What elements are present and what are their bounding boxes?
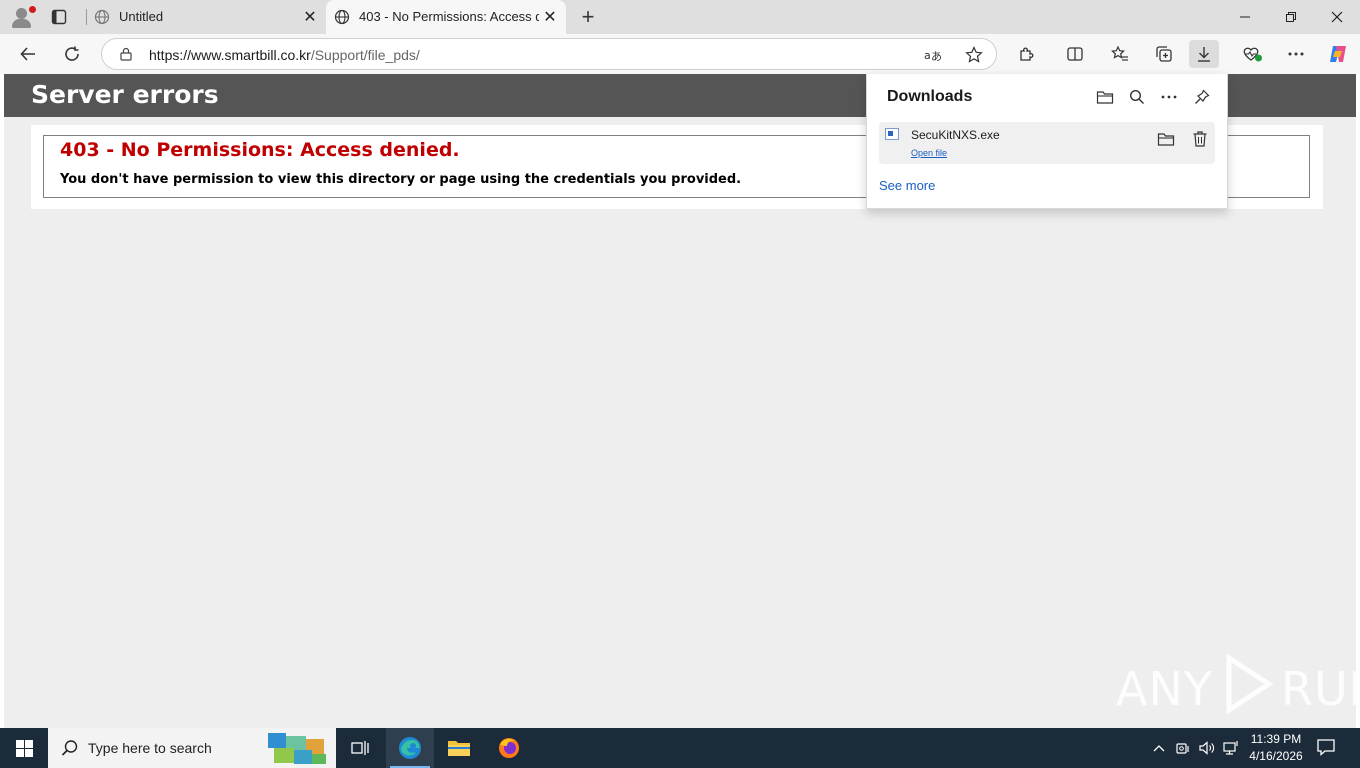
clock-time: 11:39 PM xyxy=(1250,732,1302,746)
lock-icon[interactable] xyxy=(119,47,133,61)
open-downloads-folder-icon[interactable] xyxy=(1094,86,1116,108)
favorites-icon[interactable] xyxy=(1105,40,1135,68)
search-placeholder: Type here to search xyxy=(88,740,212,756)
anyrun-watermark: ANY RUN xyxy=(1116,652,1360,720)
downloads-panel: Downloads SecuKitNXS.exe Open file See m… xyxy=(866,74,1228,209)
taskbar-search-box[interactable]: Type here to search xyxy=(48,728,336,768)
svg-text:a: a xyxy=(924,49,931,62)
play-logo-icon xyxy=(1219,652,1275,725)
minimize-button[interactable] xyxy=(1222,0,1268,34)
globe-icon xyxy=(334,9,350,25)
tab-close-icon[interactable]: ✕ xyxy=(542,9,558,26)
watermark-right: RUN xyxy=(1280,662,1360,716)
error-title: 403 - No Permissions: Access denied. xyxy=(60,139,460,161)
search-downloads-icon[interactable] xyxy=(1126,86,1148,108)
page-header-title: Server errors xyxy=(31,80,219,109)
restore-button[interactable] xyxy=(1268,0,1314,34)
split-screen-icon[interactable] xyxy=(1060,40,1090,68)
downloads-title: Downloads xyxy=(887,88,973,105)
search-highlight-puzzle-icon xyxy=(266,730,328,766)
more-menu-icon[interactable] xyxy=(1281,40,1311,68)
task-view-icon[interactable] xyxy=(336,728,384,768)
see-more-link[interactable]: See more xyxy=(879,178,935,194)
browser-essentials-icon[interactable] xyxy=(1237,40,1267,68)
downloads-icon[interactable] xyxy=(1189,40,1219,68)
exe-file-icon xyxy=(885,128,899,140)
globe-icon xyxy=(94,9,110,25)
network-device-icon[interactable] xyxy=(1173,738,1193,758)
tab-title: Untitled xyxy=(119,9,164,24)
search-icon xyxy=(61,739,79,757)
url-host: https://www.smartbill.co.kr xyxy=(149,47,311,63)
tab-403-error[interactable]: 403 - No Permissions: Access den ✕ xyxy=(326,0,566,34)
download-filename: SecuKitNXS.exe xyxy=(911,128,1000,142)
watermark-left: ANY xyxy=(1116,662,1213,716)
volume-icon[interactable] xyxy=(1197,738,1217,758)
extensions-icon[interactable] xyxy=(1012,40,1042,68)
refresh-button[interactable] xyxy=(57,40,87,68)
tab-untitled[interactable]: Untitled ✕ xyxy=(86,0,326,34)
clock-date: 4/16/2026 xyxy=(1249,749,1303,763)
address-bar[interactable]: https://www.smartbill.co.kr/Support/file… xyxy=(101,38,997,70)
collections-icon[interactable] xyxy=(1149,40,1179,68)
edge-taskbar-icon[interactable] xyxy=(386,728,434,768)
profile-avatar-icon[interactable] xyxy=(8,4,36,30)
close-window-button[interactable] xyxy=(1314,0,1360,34)
copilot-icon[interactable] xyxy=(1323,40,1353,68)
downloads-more-options-icon[interactable] xyxy=(1158,86,1180,108)
show-in-folder-icon[interactable] xyxy=(1155,128,1177,150)
url-text[interactable]: https://www.smartbill.co.kr/Support/file… xyxy=(149,47,420,63)
wired-network-icon[interactable] xyxy=(1221,738,1241,758)
delete-trash-icon[interactable] xyxy=(1189,128,1211,150)
start-button[interactable] xyxy=(0,728,48,768)
error-message: You don't have permission to view this d… xyxy=(60,172,742,187)
download-item[interactable]: SecuKitNXS.exe Open file xyxy=(879,122,1215,164)
translate-icon[interactable]: aあ xyxy=(922,45,944,65)
tab-close-icon[interactable]: ✕ xyxy=(302,9,318,26)
firefox-icon[interactable] xyxy=(485,728,533,768)
back-button[interactable] xyxy=(13,40,43,68)
browser-toolbar: https://www.smartbill.co.kr/Support/file… xyxy=(0,34,1360,74)
file-explorer-icon[interactable] xyxy=(435,728,483,768)
pin-icon[interactable] xyxy=(1191,86,1213,108)
svg-text:あ: あ xyxy=(931,50,942,63)
url-path: /Support/file_pds/ xyxy=(310,47,420,63)
tab-title: 403 - No Permissions: Access den xyxy=(359,9,539,24)
show-hidden-icons-chevron-icon[interactable] xyxy=(1149,738,1169,758)
favorite-star-icon[interactable] xyxy=(963,45,985,65)
windows-taskbar: Type here to search 11:39 PM 4/16/2026 xyxy=(0,728,1360,768)
browser-tab-bar: Untitled ✕ 403 - No Permissions: Access … xyxy=(0,0,1360,34)
notification-center-icon[interactable] xyxy=(1316,738,1338,758)
new-tab-button[interactable]: + xyxy=(576,4,600,29)
open-file-link[interactable]: Open file xyxy=(911,147,947,159)
tab-actions-icon[interactable] xyxy=(48,6,70,28)
system-clock[interactable]: 11:39 PM 4/16/2026 xyxy=(1248,731,1304,765)
